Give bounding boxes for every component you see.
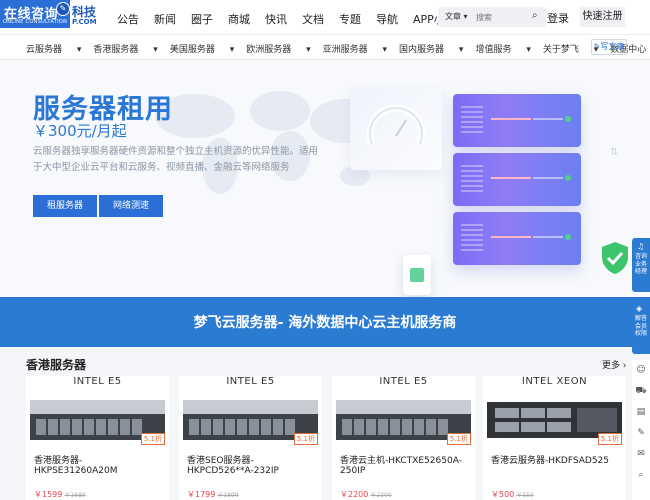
product-price: ￥2200 ￥2300 (340, 490, 392, 499)
nav-item-navigation[interactable]: 导航 (376, 11, 398, 27)
register-button[interactable]: 快速注册 (580, 7, 625, 27)
write-article-button[interactable]: ✎写文章 (591, 39, 627, 55)
hero-price: ￥300元/月起 (33, 122, 127, 140)
login-button[interactable]: 登录 (547, 10, 569, 26)
orders-icon[interactable]: ▤ (632, 402, 650, 423)
discount-badge: 5.1折 (140, 433, 165, 445)
up-down-arrows-icon: ⇅ (610, 147, 619, 158)
chat-bubble-icon: ✎ (56, 2, 70, 16)
category-asia-server[interactable]: 亚洲服务器 ▾ (323, 42, 387, 55)
edit-icon[interactable]: ✎ (632, 423, 650, 444)
search-type-select[interactable]: 文章 ▾ (445, 11, 468, 22)
cart-icon[interactable]: ⛟ (632, 381, 650, 402)
consult-label: 咨询业务经理 (634, 253, 647, 275)
category-nav-bar: 云服务器 ▾ 香港服务器 ▾ 美国服务器 ▾ 欧洲服务器 ▾ 亚洲服务器 ▾ 国… (0, 34, 650, 60)
more-link[interactable]: 更多 › (602, 358, 626, 371)
nav-item-notice[interactable]: 公告 (117, 11, 139, 27)
product-cpu-label: INTEL XEON (521, 376, 588, 387)
original-price: ￥1899 (217, 492, 239, 499)
search-icon[interactable]: ⌕ (632, 465, 650, 486)
nav-item-docs[interactable]: 文档 (302, 11, 324, 27)
search-box: 文章 ▾ ⌕ (438, 7, 546, 27)
nav-item-news[interactable]: 新闻 (154, 11, 176, 27)
mobile-device-illustration (403, 255, 431, 295)
server-rack-card-3 (453, 212, 581, 265)
user-icon[interactable]: ☺ (632, 360, 650, 381)
logo-right-sub: P.COM (72, 18, 97, 26)
chat-icon: ♫ (637, 242, 645, 251)
hero-description: 云服务器独享服务器硬件资源和整个独立主机资源的优异性能。适用于大中型企业云平台和… (33, 146, 319, 173)
category-us-server[interactable]: 美国服务器 ▾ (170, 42, 234, 55)
discount-badge: 5.1折 (597, 433, 622, 445)
speed-gauge-illustration (350, 88, 442, 170)
main-nav: 公告 新闻 圈子 商城 快讯 文档 专题 导航 APP小程序 (117, 11, 482, 27)
category-cloud-server[interactable]: 云服务器 ▾ (26, 42, 81, 55)
nav-item-flash[interactable]: 快讯 (265, 11, 287, 27)
product-price: ￥1799 ￥1899 (187, 490, 239, 499)
discount-badge: 5.1折 (293, 433, 318, 445)
product-cpu-label: INTEL E5 (226, 376, 275, 387)
nav-item-topics[interactable]: 专题 (339, 11, 361, 27)
product-card[interactable]: INTEL E5 5.1折 香港云主机-HKCTXE52650A-250IP ￥… (332, 376, 475, 500)
product-cpu-label: INTEL E5 (73, 376, 122, 387)
hero-section: 服务器租用 ￥300元/月起 云服务器独享服务器硬件资源和整个独立主机资源的优异… (0, 61, 650, 297)
logo-subtitle: ONLINE CONSULTATION (3, 19, 68, 25)
category-hk-server[interactable]: 香港服务器 ▾ (93, 42, 157, 55)
product-name: 香港服务器-HKPSE31260A20M (34, 456, 118, 476)
original-price: ￥550 (516, 492, 534, 499)
nav-item-circle[interactable]: 圈子 (191, 11, 213, 27)
top-header: 在线咨询 ONLINE CONSULTATION ✎ 科技 P.COM 公告 新… (0, 0, 650, 34)
category-about[interactable]: 关于梦飞 ▾ (543, 42, 598, 55)
search-icon[interactable]: ⌕ (532, 10, 538, 21)
diamond-icon: ◈ (636, 304, 643, 313)
server-rack-card-2 (453, 153, 581, 206)
product-price: ￥500 ￥550 (491, 490, 534, 499)
original-price: ￥1680 (64, 492, 86, 499)
product-card[interactable]: INTEL E5 5.1折 香港SEO服务器-HKPCD526**A-232IP… (179, 376, 322, 500)
site-logo[interactable]: 在线咨询 ONLINE CONSULTATION ✎ (0, 0, 70, 28)
world-map-background (155, 91, 380, 194)
category-eu-server[interactable]: 欧洲服务器 ▾ (246, 42, 310, 55)
mail-icon[interactable]: ✉ (632, 444, 650, 465)
product-price: ￥1599 ￥1680 (34, 490, 86, 499)
consult-manager-button[interactable]: ♫ 咨询业务经理 (632, 238, 650, 292)
category-nav: 云服务器 ▾ 香港服务器 ▾ 美国服务器 ▾ 欧洲服务器 ▾ 亚洲服务器 ▾ 国… (26, 42, 650, 55)
nav-item-shop[interactable]: 商城 (228, 11, 250, 27)
speed-test-button[interactable]: 网络测速 (99, 195, 163, 217)
category-cn-server[interactable]: 国内服务器 ▾ (399, 42, 463, 55)
server-rack-card-1 (453, 94, 581, 147)
security-shield-icon (602, 242, 628, 274)
discount-badge: 5.1折 (446, 433, 471, 445)
banner-title: 梦飞云服务器- 海外数据中心云主机服务商 (193, 315, 457, 331)
original-price: ￥2300 (370, 492, 392, 499)
promo-banner: 梦飞云服务器- 海外数据中心云主机服务商 (0, 297, 650, 347)
side-toolbar: ☺ ⛟ ▤ ✎ ✉ ⌕ (632, 360, 650, 500)
product-cpu-label: INTEL E5 (379, 376, 428, 387)
member-help-label: 解答会员权限 (634, 315, 647, 337)
search-input[interactable] (476, 10, 526, 24)
section-title: 香港服务器 (26, 358, 87, 372)
category-value-added[interactable]: 增值服务 ▾ (475, 42, 530, 55)
product-name: 香港云主机-HKCTXE52650A-250IP (340, 456, 462, 476)
rent-server-button[interactable]: 租服务器 (33, 195, 97, 217)
member-help-button[interactable]: ◈ 解答会员权限 (632, 300, 650, 354)
product-name: 香港SEO服务器-HKPCD526**A-232IP (187, 456, 279, 476)
product-card[interactable]: INTEL XEON 5.1折 香港云服务器-HKDFSAD525 ￥500 ￥5… (483, 376, 626, 500)
product-card[interactable]: INTEL E5 5.1折 香港服务器-HKPSE31260A20M ￥1599… (26, 376, 169, 500)
product-name: 香港云服务器-HKDFSAD525 (491, 456, 610, 466)
